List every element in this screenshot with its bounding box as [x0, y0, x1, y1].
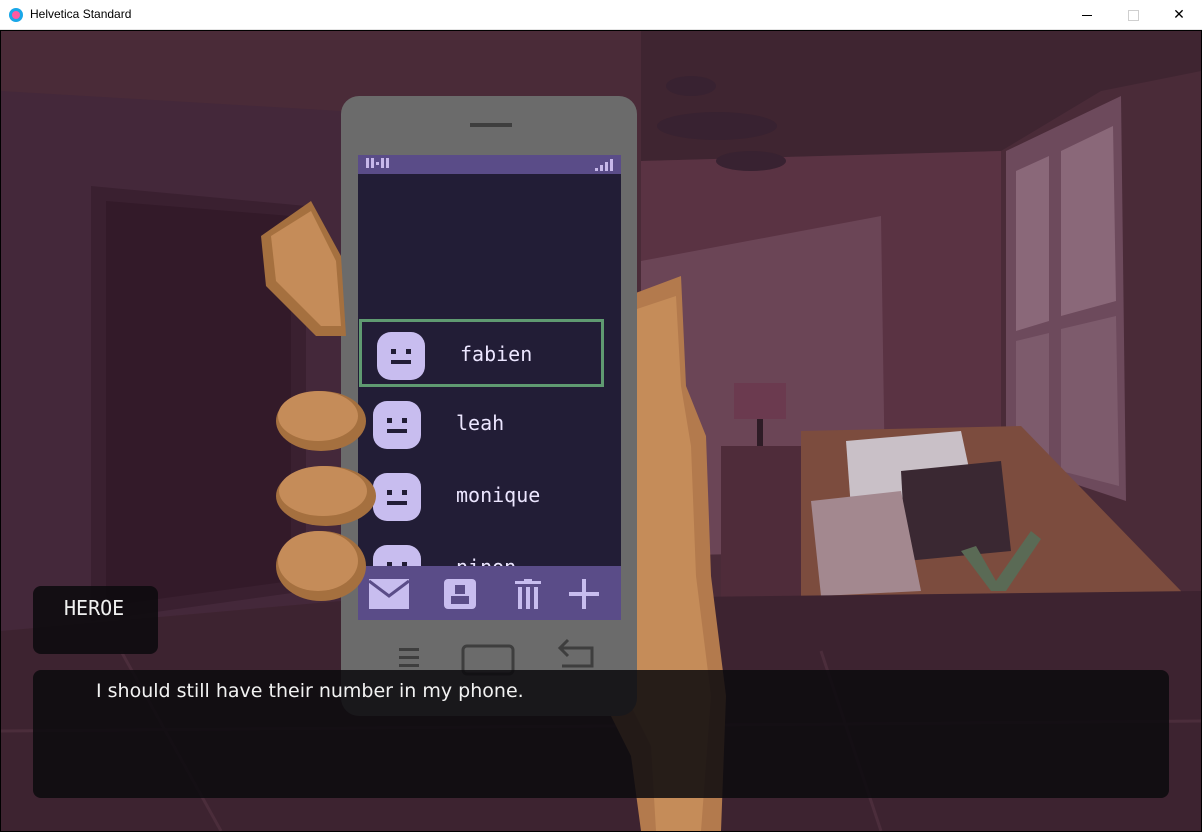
- minimize-button[interactable]: [1064, 0, 1110, 30]
- clock-icon: [366, 158, 389, 168]
- trash-icon: [515, 579, 541, 609]
- maximize-icon: [1127, 9, 1139, 21]
- add-contact-button[interactable]: [564, 579, 604, 609]
- app-heart-icon: [9, 8, 23, 22]
- back-icon[interactable]: [556, 636, 600, 672]
- hand-fingers: [261, 201, 376, 601]
- dialogue-box[interactable]: I should still have their number in my p…: [33, 670, 1169, 798]
- contact-fabien[interactable]: fabien: [359, 319, 604, 387]
- phone-screen: fabien leah monique ninon: [358, 155, 621, 620]
- minimize-icon: [1082, 14, 1092, 16]
- maximize-button[interactable]: [1110, 0, 1156, 30]
- contact-leah[interactable]: leah: [358, 391, 603, 459]
- contact-card-button[interactable]: [440, 579, 480, 609]
- window-titlebar: Helvetica Standard ✕: [0, 0, 1202, 30]
- speaker-name-box: HEROE: [33, 586, 158, 654]
- contact-name: leah: [456, 411, 505, 435]
- contact-name: fabien: [460, 342, 533, 366]
- contact-card-icon: [444, 579, 476, 609]
- close-icon: ✕: [1173, 7, 1185, 23]
- phone-speaker: [470, 123, 512, 127]
- game-viewport[interactable]: fabien leah monique ninon: [1, 31, 1201, 831]
- plus-icon: [569, 579, 599, 609]
- dialogue-text: I should still have their number in my p…: [96, 680, 524, 702]
- delete-button[interactable]: [508, 579, 548, 609]
- speaker-name: HEROE: [64, 596, 125, 620]
- window-title: Helvetica Standard: [30, 7, 132, 21]
- contact-monique[interactable]: monique: [358, 463, 603, 531]
- contact-name: monique: [456, 483, 541, 507]
- close-button[interactable]: ✕: [1156, 0, 1202, 30]
- signal-icon: [595, 159, 613, 171]
- status-bar: [358, 155, 621, 174]
- phone-toolbar: [358, 566, 621, 620]
